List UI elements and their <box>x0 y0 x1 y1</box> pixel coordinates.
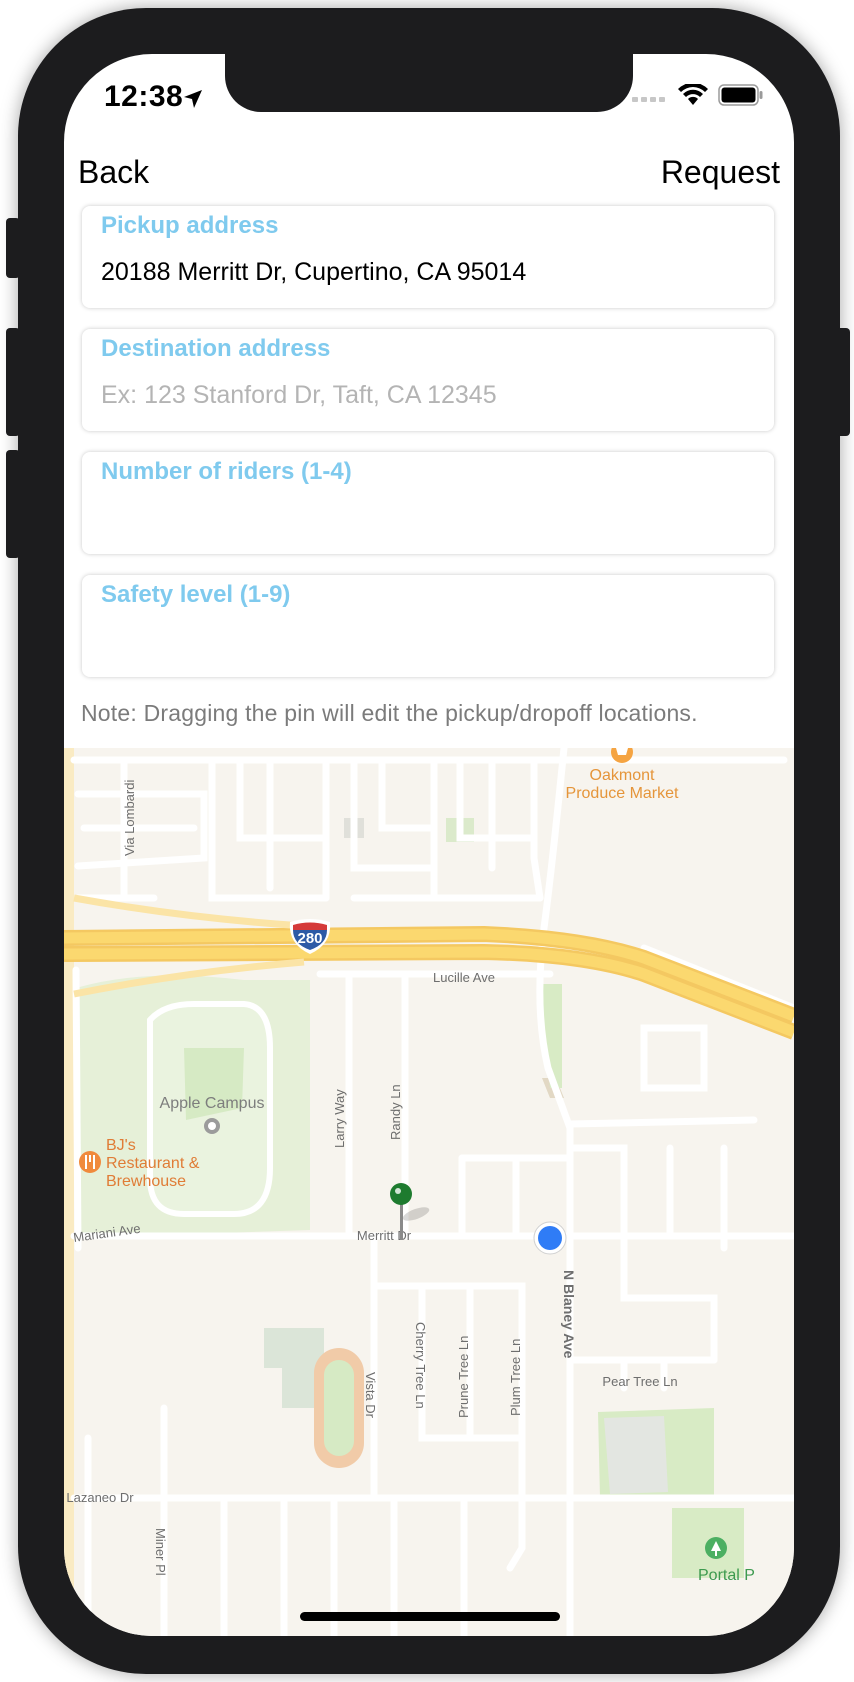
bjs-label-line1[interactable]: BJ's <box>106 1137 136 1154</box>
volume-down-button <box>6 450 20 558</box>
street-label: Randy Ln <box>388 1084 403 1140</box>
street-label: Miner Pl <box>153 1528 168 1576</box>
campus-poi-icon <box>204 1118 220 1134</box>
safety-level-label: Safety level (1-9) <box>101 581 291 608</box>
street-label: Larry Way <box>332 1089 347 1148</box>
street-label: Merritt Dr <box>357 1228 412 1243</box>
oakmont-label-line2[interactable]: Produce Market <box>566 785 679 802</box>
park-poi-icon <box>705 1537 727 1559</box>
street-label: Pear Tree Ln <box>602 1374 677 1389</box>
destination-address-input[interactable]: Ex: 123 Stanford Dr, Taft, CA 12345 <box>101 381 497 410</box>
drag-pin-note: Note: Dragging the pin will edit the pic… <box>81 700 698 726</box>
school-buildings <box>264 1328 324 1368</box>
restaurant-poi-icon <box>79 1151 101 1173</box>
bjs-label-line2[interactable]: Restaurant & <box>106 1155 200 1172</box>
cellular-signal-icon <box>632 97 665 102</box>
home-indicator[interactable] <box>300 1612 560 1621</box>
battery-icon <box>718 84 763 106</box>
apple-campus-label[interactable]: Apple Campus <box>160 1095 265 1112</box>
portal-park-label[interactable]: Portal P <box>698 1567 755 1584</box>
track-field <box>324 1360 354 1456</box>
highway-shield-number: 280 <box>297 930 322 947</box>
street-label: Via Lombardi <box>122 780 137 856</box>
destination-address-label: Destination address <box>101 335 331 362</box>
street-label: Cherry Tree Ln <box>413 1322 428 1409</box>
wifi-icon <box>678 84 708 105</box>
street-label: Plum Tree Ln <box>508 1339 523 1416</box>
pickup-address-input[interactable]: 20188 Merritt Dr, Cupertino, CA 95014 <box>101 258 526 287</box>
safety-level-field[interactable]: Safety level (1-9) <box>82 575 774 677</box>
street-label: N Blaney Ave <box>561 1270 577 1359</box>
screen: 12:38 Back Request Pickup address 20188 … <box>64 54 794 1636</box>
destination-address-field[interactable]: Destination address Ex: 123 Stanford Dr,… <box>82 329 774 431</box>
map-view[interactable]: 280 Oakmont Produce Market Apple Campus … <box>64 748 794 1636</box>
pickup-address-field[interactable]: Pickup address 20188 Merritt Dr, Cuperti… <box>82 206 774 308</box>
riders-count-field[interactable]: Number of riders (1-4) <box>82 452 774 554</box>
riders-count-label: Number of riders (1-4) <box>101 458 352 485</box>
request-button[interactable]: Request <box>661 154 780 191</box>
street-label: Lucille Ave <box>433 970 495 985</box>
street-label: Vista Dr <box>363 1372 378 1419</box>
status-icons <box>632 84 764 106</box>
pickup-address-label: Pickup address <box>101 212 279 239</box>
notch <box>225 54 633 112</box>
status-time: 12:38 <box>104 80 184 113</box>
location-arrow-icon <box>184 90 202 108</box>
park-plaza <box>604 1416 668 1494</box>
user-location-icon <box>533 1221 567 1255</box>
back-button[interactable]: Back <box>78 154 149 191</box>
street-label: Prune Tree Ln <box>456 1336 471 1418</box>
power-button <box>836 328 850 436</box>
oakmont-label-line1[interactable]: Oakmont <box>590 767 655 784</box>
volume-up-button <box>6 328 20 436</box>
bjs-label-line3[interactable]: Brewhouse <box>106 1173 186 1190</box>
silent-switch <box>6 218 20 278</box>
street-label: Lazaneo Dr <box>66 1490 134 1505</box>
